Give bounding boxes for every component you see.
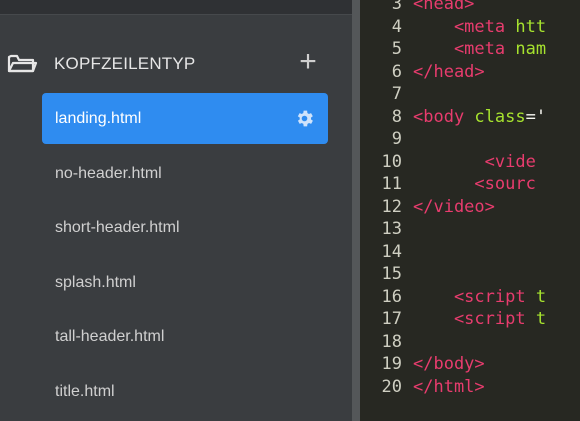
file-item-label: no-header.html [55, 165, 162, 182]
file-sidebar: KOPFZEILENTYP + landing.html no-header.h… [0, 0, 352, 421]
code-rest: =' [525, 106, 547, 127]
code-line[interactable]: 14 [360, 241, 580, 263]
line-number: 10 [381, 151, 402, 172]
code-tag: <meta [413, 16, 516, 37]
code-line[interactable]: 9 [360, 128, 580, 150]
line-number: 13 [381, 219, 402, 239]
code-line[interactable]: 4 <meta htt [360, 16, 580, 38]
code-attr: htt [515, 16, 547, 37]
code-line[interactable]: 17 <script t [360, 308, 580, 330]
code-line[interactable]: 13 [360, 218, 580, 240]
code-text: <sourc [413, 173, 536, 195]
line-number: 8 [391, 106, 402, 127]
code-tag: <head> [413, 0, 475, 14]
code-tag: <meta [413, 39, 516, 59]
code-line[interactable]: 12 </video> [360, 196, 580, 218]
code-attr: class [474, 106, 526, 127]
file-item-label: short-header.html [55, 219, 180, 236]
code-text: <body class=' [413, 106, 546, 128]
code-text: <script t [413, 308, 546, 330]
file-item-label: landing.html [55, 110, 142, 127]
line-number: 11 [381, 174, 402, 194]
code-text: <meta htt [413, 16, 546, 38]
line-number: 4 [391, 16, 402, 37]
file-item-no-header[interactable]: no-header.html [42, 148, 328, 199]
code-text: </video> [413, 196, 495, 218]
file-item-label: title.html [55, 383, 115, 400]
sidebar-top-bar [0, 0, 352, 15]
code-text: </html> [413, 376, 485, 398]
code-line[interactable]: 10 <vide [360, 151, 580, 173]
code-tag: </video> [413, 196, 495, 217]
code-tag: <vide [413, 151, 536, 172]
code-attr: t [535, 286, 547, 307]
code-line[interactable]: 16 <script t [360, 286, 580, 308]
code-attr: nam [515, 39, 547, 59]
line-number: 7 [391, 84, 402, 104]
code-tag: <sourc [413, 174, 536, 194]
code-tag: <script [413, 309, 536, 329]
line-number: 18 [381, 331, 402, 352]
gear-icon[interactable] [294, 108, 315, 129]
line-number: 3 [391, 0, 402, 14]
add-file-button[interactable]: + [294, 45, 322, 78]
file-item-landing[interactable]: landing.html [42, 93, 328, 144]
code-line[interactable]: 19 </body> [360, 353, 580, 375]
code-tag: <body [413, 106, 475, 127]
line-number: 16 [381, 286, 402, 307]
code-text: </body> [413, 353, 485, 375]
line-number: 9 [391, 129, 402, 149]
file-item-short-header[interactable]: short-header.html [42, 202, 328, 253]
file-item-splash[interactable]: splash.html [42, 257, 328, 308]
code-attr: t [535, 309, 547, 329]
code-line[interactable]: 15 [360, 263, 580, 285]
folder-icon [6, 52, 38, 74]
code-line[interactable]: 5 <meta nam [360, 38, 580, 60]
file-item-title[interactable]: title.html [42, 366, 328, 417]
code-line[interactable]: 6 </head> [360, 61, 580, 83]
line-number: 12 [381, 196, 402, 217]
code-line[interactable]: 20 </html> [360, 376, 580, 398]
code-line[interactable]: 8 <body class=' [360, 106, 580, 128]
code-tag: </body> [413, 354, 485, 374]
code-tag: </html> [413, 376, 485, 397]
code-text: <meta nam [413, 38, 546, 60]
folder-header[interactable]: KOPFZEILENTYP + [0, 44, 352, 84]
code-tag: <script [413, 286, 536, 307]
code-text: <vide [413, 151, 536, 173]
line-number: 17 [381, 309, 402, 329]
panel-divider[interactable] [352, 0, 360, 421]
code-line[interactable]: 11 <sourc [360, 173, 580, 195]
code-line[interactable]: 3 <head> [360, 0, 580, 15]
file-item-tall-header[interactable]: tall-header.html [42, 311, 328, 362]
code-text: </head> [413, 61, 485, 83]
code-line[interactable]: 7 [360, 83, 580, 105]
file-item-label: tall-header.html [55, 328, 165, 345]
line-number: 14 [381, 241, 402, 262]
plus-icon: + [299, 45, 317, 78]
file-item-label: splash.html [55, 274, 136, 291]
code-tag: </head> [413, 61, 485, 82]
code-line[interactable]: 18 [360, 331, 580, 353]
code-text: <head> [413, 0, 474, 15]
line-number: 5 [391, 39, 402, 59]
line-number: 20 [381, 376, 402, 397]
line-number: 19 [381, 354, 402, 374]
line-number: 6 [391, 61, 402, 82]
code-text: <script t [413, 286, 546, 308]
line-number: 15 [381, 264, 402, 284]
folder-title: KOPFZEILENTYP [54, 54, 196, 73]
code-editor[interactable]: 3 <head> 4 <meta htt 5 <meta nam 6 </head> 7 8 <… [360, 0, 580, 421]
